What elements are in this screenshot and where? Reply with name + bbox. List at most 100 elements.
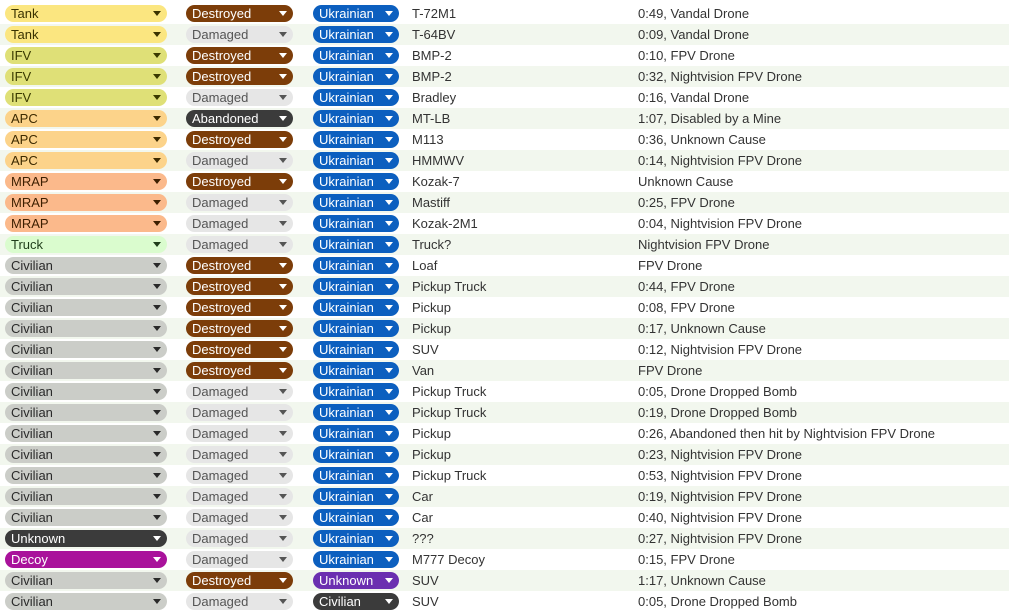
owner-dropdown[interactable]: Ukrainian — [313, 299, 399, 316]
vehicle-type-dropdown[interactable]: APC — [5, 110, 167, 127]
vehicle-type-dropdown[interactable]: Civilian — [5, 383, 167, 400]
vehicle-type-dropdown[interactable]: Civilian — [5, 593, 167, 610]
chevron-down-icon — [279, 494, 287, 499]
vehicle-type-dropdown[interactable]: Civilian — [5, 320, 167, 337]
vehicle-type-dropdown[interactable]: Tank — [5, 5, 167, 22]
owner-dropdown[interactable]: Ukrainian — [313, 509, 399, 526]
owner-dropdown[interactable]: Ukrainian — [313, 194, 399, 211]
vehicle-type-dropdown[interactable]: Civilian — [5, 362, 167, 379]
status-dropdown[interactable]: Destroyed — [186, 257, 293, 274]
owner-dropdown[interactable]: Ukrainian — [313, 110, 399, 127]
owner-dropdown[interactable]: Ukrainian — [313, 173, 399, 190]
status-dropdown[interactable]: Damaged — [186, 551, 293, 568]
owner-dropdown[interactable]: Ukrainian — [313, 341, 399, 358]
vehicle-type-dropdown[interactable]: Unknown — [5, 530, 167, 547]
vehicle-type-dropdown[interactable]: Civilian — [5, 278, 167, 295]
vehicle-type-dropdown[interactable]: Civilian — [5, 488, 167, 505]
loss-description: 1:07, Disabled by a Mine — [638, 111, 782, 126]
status-dropdown[interactable]: Destroyed — [186, 131, 293, 148]
vehicle-type-dropdown[interactable]: IFV — [5, 89, 167, 106]
status-dropdown[interactable]: Damaged — [186, 89, 293, 106]
status-dropdown[interactable]: Abandoned — [186, 110, 293, 127]
status-dropdown[interactable]: Destroyed — [186, 5, 293, 22]
vehicle-type-dropdown[interactable]: Civilian — [5, 446, 167, 463]
vehicle-type-dropdown[interactable]: IFV — [5, 47, 167, 64]
vehicle-type-dropdown[interactable]: Tank — [5, 26, 167, 43]
owner-dropdown[interactable]: Ukrainian — [313, 551, 399, 568]
vehicle-type-dropdown[interactable]: Decoy — [5, 551, 167, 568]
owner-dropdown[interactable]: Ukrainian — [313, 68, 399, 85]
owner-dropdown[interactable]: Ukrainian — [313, 257, 399, 274]
owner-dropdown[interactable]: Ukrainian — [313, 5, 399, 22]
status-dropdown[interactable]: Damaged — [186, 236, 293, 253]
owner-dropdown[interactable]: Ukrainian — [313, 47, 399, 64]
owner-dropdown[interactable]: Ukrainian — [313, 383, 399, 400]
status-dropdown[interactable]: Damaged — [186, 152, 293, 169]
status-dropdown[interactable]: Destroyed — [186, 341, 293, 358]
status-dropdown[interactable]: Damaged — [186, 383, 293, 400]
vehicle-type-dropdown[interactable]: Civilian — [5, 509, 167, 526]
vehicle-type-dropdown[interactable]: Truck — [5, 236, 167, 253]
status-dropdown[interactable]: Destroyed — [186, 362, 293, 379]
status-dropdown[interactable]: Destroyed — [186, 572, 293, 589]
owner-dropdown[interactable]: Ukrainian — [313, 425, 399, 442]
vehicle-type-dropdown[interactable]: Civilian — [5, 425, 167, 442]
status-dropdown[interactable]: Damaged — [186, 509, 293, 526]
vehicle-type-dropdown[interactable]: MRAP — [5, 173, 167, 190]
status-dropdown[interactable]: Damaged — [186, 26, 293, 43]
owner-dropdown[interactable]: Ukrainian — [313, 362, 399, 379]
vehicle-type-dropdown[interactable]: Civilian — [5, 572, 167, 589]
vehicle-type-dropdown[interactable]: Civilian — [5, 257, 167, 274]
owner-dropdown[interactable]: Ukrainian — [313, 278, 399, 295]
status-dropdown[interactable]: Damaged — [186, 404, 293, 421]
chevron-down-icon — [153, 11, 161, 16]
vehicle-type-dropdown[interactable]: Civilian — [5, 299, 167, 316]
status-dropdown[interactable]: Destroyed — [186, 278, 293, 295]
status-dropdown[interactable]: Damaged — [186, 446, 293, 463]
owner-dropdown[interactable]: Ukrainian — [313, 404, 399, 421]
vehicle-type-dropdown[interactable]: IFV — [5, 68, 167, 85]
owner-dropdown[interactable]: Ukrainian — [313, 467, 399, 484]
vehicle-type-label: Civilian — [11, 405, 53, 420]
status-dropdown[interactable]: Destroyed — [186, 47, 293, 64]
owner-dropdown[interactable]: Ukrainian — [313, 320, 399, 337]
owner-dropdown[interactable]: Ukrainian — [313, 152, 399, 169]
vehicle-type-dropdown[interactable]: APC — [5, 131, 167, 148]
vehicle-type-dropdown[interactable]: Civilian — [5, 404, 167, 421]
owner-dropdown[interactable]: Ukrainian — [313, 236, 399, 253]
status-dropdown[interactable]: Damaged — [186, 425, 293, 442]
status-dropdown[interactable]: Damaged — [186, 593, 293, 610]
status-dropdown[interactable]: Damaged — [186, 467, 293, 484]
status-dropdown[interactable]: Destroyed — [186, 320, 293, 337]
owner-dropdown[interactable]: Ukrainian — [313, 215, 399, 232]
status-dropdown[interactable]: Destroyed — [186, 173, 293, 190]
owner-dropdown[interactable]: Ukrainian — [313, 131, 399, 148]
vehicle-model: T-72M1 — [412, 6, 457, 21]
table-row: IFV Destroyed Ukrainian BMP-2 0:10, FPV Dron… — [0, 45, 1009, 66]
status-label: Destroyed — [192, 48, 252, 63]
status-dropdown[interactable]: Damaged — [186, 530, 293, 547]
owner-dropdown[interactable]: Civilian — [313, 593, 399, 610]
owner-dropdown[interactable]: Ukrainian — [313, 530, 399, 547]
vehicle-type-dropdown[interactable]: MRAP — [5, 194, 167, 211]
status-dropdown[interactable]: Damaged — [186, 488, 293, 505]
owner-dropdown[interactable]: Unknown — [313, 572, 399, 589]
owner-dropdown[interactable]: Ukrainian — [313, 488, 399, 505]
status-dropdown[interactable]: Damaged — [186, 215, 293, 232]
vehicle-type-dropdown[interactable]: Civilian — [5, 467, 167, 484]
status-dropdown[interactable]: Destroyed — [186, 299, 293, 316]
chevron-down-icon — [279, 158, 287, 163]
vehicle-type-dropdown[interactable]: MRAP — [5, 215, 167, 232]
vehicle-model: Pickup Truck — [412, 468, 487, 483]
chevron-down-icon — [385, 74, 393, 79]
chevron-down-icon — [279, 452, 287, 457]
status-dropdown[interactable]: Damaged — [186, 194, 293, 211]
owner-dropdown[interactable]: Ukrainian — [313, 446, 399, 463]
table-row: Civilian Damaged Ukrainian Pickup Truck 0:53… — [0, 465, 1009, 486]
owner-dropdown[interactable]: Ukrainian — [313, 89, 399, 106]
loss-description: 0:05, Drone Dropped Bomb — [638, 594, 797, 609]
owner-dropdown[interactable]: Ukrainian — [313, 26, 399, 43]
vehicle-type-dropdown[interactable]: APC — [5, 152, 167, 169]
status-dropdown[interactable]: Destroyed — [186, 68, 293, 85]
vehicle-type-dropdown[interactable]: Civilian — [5, 341, 167, 358]
